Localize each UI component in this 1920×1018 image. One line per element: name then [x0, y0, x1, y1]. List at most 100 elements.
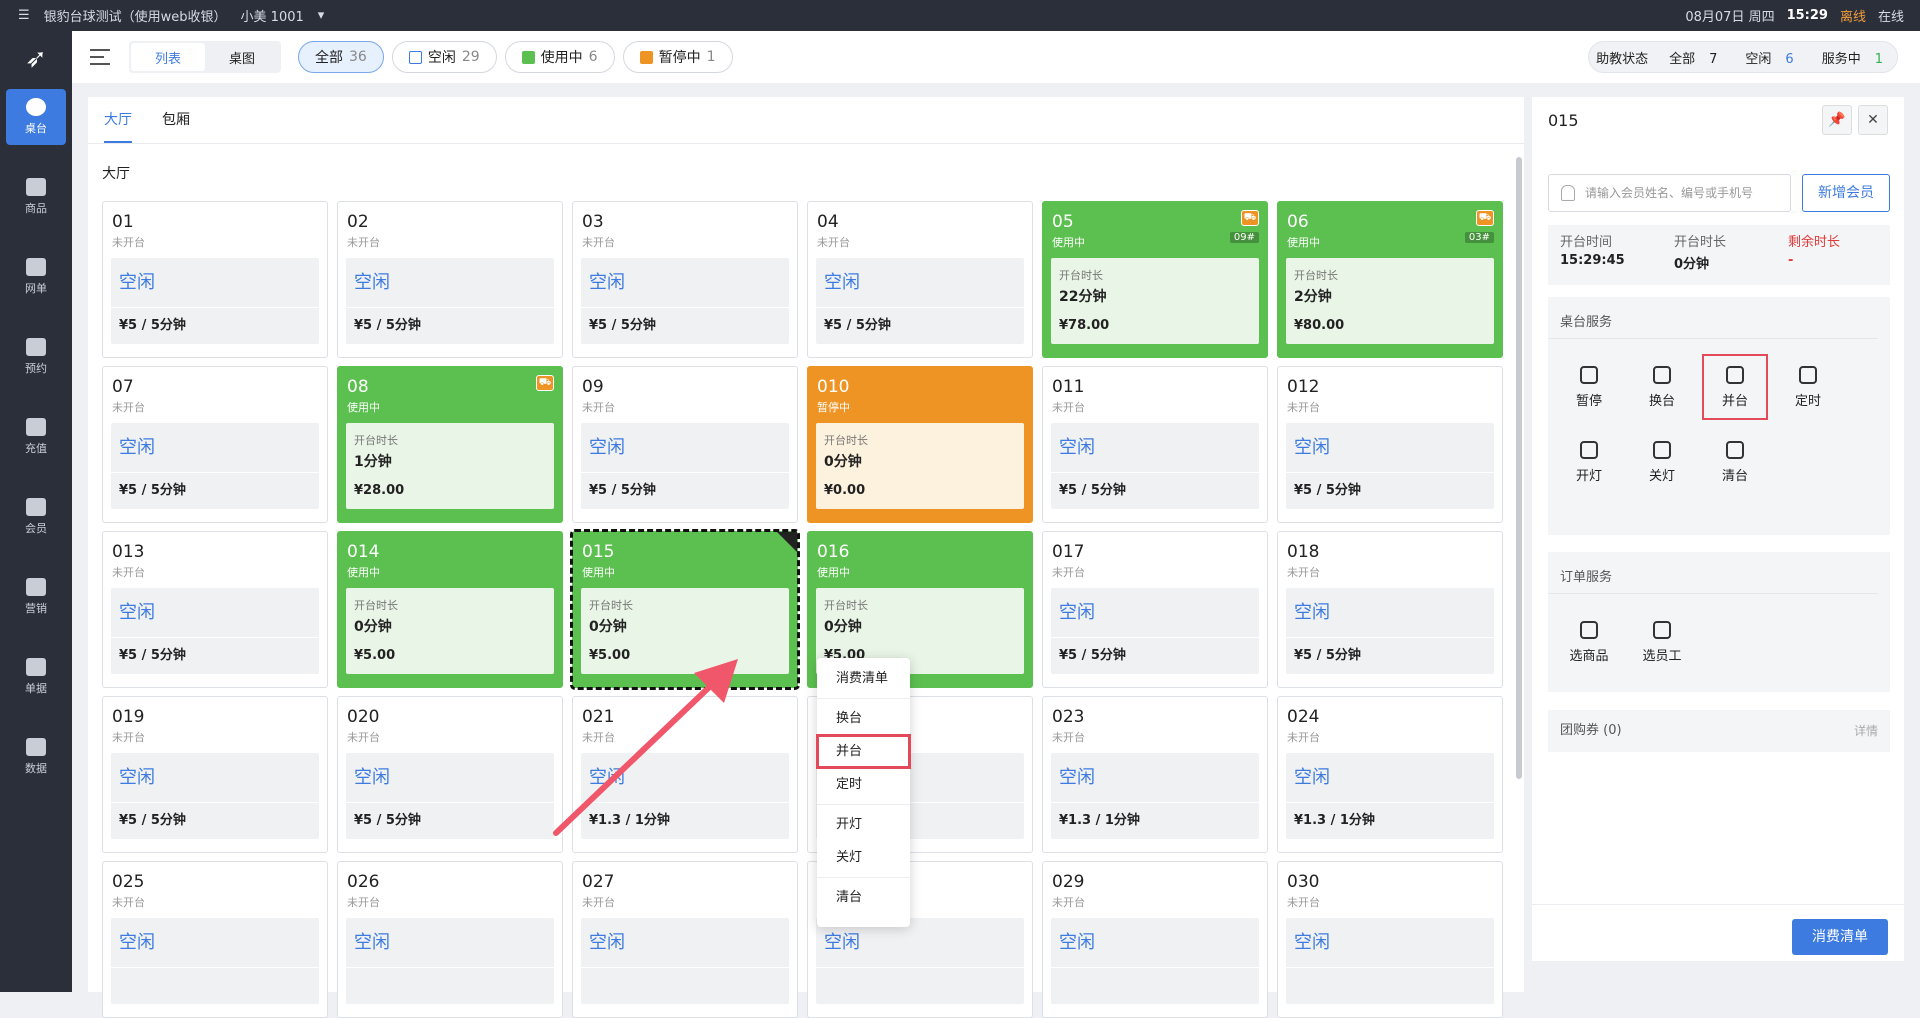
assistant-status[interactable]: 助教状态 全部 7 空闲 6 服务中 1 [1588, 41, 1898, 73]
table-card[interactable]: 019 未开台 空闲 ¥5 / 5分钟 [102, 696, 328, 853]
table-card[interactable]: 018 未开台 空闲 ¥5 / 5分钟 [1277, 531, 1503, 688]
table-rate: ¥5 / 5分钟 [1294, 648, 1361, 663]
table-rate: ¥5 / 5分钟 [589, 483, 656, 498]
table-card[interactable]: 023 未开台 空闲 ¥1.3 / 1分钟 [1042, 696, 1268, 853]
table-card[interactable]: 029 未开台 空闲 [1042, 861, 1268, 1018]
table-card[interactable]: 02 未开台 空闲 ¥5 / 5分钟 [337, 201, 563, 358]
tab-private-room[interactable]: 包厢 [162, 97, 190, 143]
order-service-title: 订单服务 [1548, 552, 1878, 594]
table-card[interactable]: 017 未开台 空闲 ¥5 / 5分钟 [1042, 531, 1268, 688]
context-menu-item[interactable]: 关灯 [817, 841, 910, 874]
sidebar-item-0[interactable]: 桌台 [6, 89, 66, 145]
table-number: 018 [1287, 542, 1320, 562]
table_ops-op-0[interactable]: 暂停 [1558, 356, 1620, 418]
add-member-button[interactable]: 新增会员 [1802, 174, 1890, 212]
sidebar-item-2[interactable]: 网单 [6, 249, 66, 305]
sidebar-item-6[interactable]: 营销 [6, 569, 66, 625]
context-menu-item[interactable]: 并台 [816, 734, 911, 769]
cart-icon[interactable]: ⛟ [536, 375, 554, 391]
close-icon[interactable]: ✕ [1858, 105, 1888, 135]
table-card[interactable]: 012 未开台 空闲 ¥5 / 5分钟 [1277, 366, 1503, 523]
table-card[interactable]: 013 未开台 空闲 ¥5 / 5分钟 [102, 531, 328, 688]
table-rate [111, 968, 319, 1004]
table-card[interactable]: 027 未开台 空闲 [572, 861, 798, 1018]
table-card[interactable]: 026 未开台 空闲 [337, 861, 563, 1018]
table-card[interactable]: 025 未开台 空闲 [102, 861, 328, 1018]
view-list-button[interactable]: 列表 [131, 43, 205, 71]
context-menu-item[interactable]: 开灯 [817, 808, 910, 841]
table-card[interactable]: 010 暂停中 开台时长 0分钟 ¥0.00 [807, 366, 1033, 523]
table-card-body: 开台时长 0分钟 ¥0.00 [816, 423, 1024, 509]
goods-icon [26, 178, 46, 196]
filter-chip-3[interactable]: 暂停中 1 [622, 41, 733, 73]
table-card-body: 空闲 ¥5 / 5分钟 [1286, 423, 1494, 509]
filter-chip-2[interactable]: 使用中 6 [504, 41, 615, 73]
filter-chip-0[interactable]: 全部 36 [298, 41, 384, 73]
user-name[interactable]: 小美 1001 [241, 6, 304, 25]
table-card[interactable]: 01 未开台 空闲 ¥5 / 5分钟 [102, 201, 328, 358]
cart-icon[interactable]: ⛟ [1241, 210, 1259, 226]
table_ops-op-6[interactable]: 清台 [1704, 431, 1766, 493]
context-menu-item[interactable]: 消费清单 [817, 662, 910, 695]
table-status: 未开台 [1287, 896, 1320, 909]
sidebar-item-4[interactable]: 充值 [6, 409, 66, 465]
table-card[interactable]: 014 使用中 开台时长 0分钟 ¥5.00 [337, 531, 563, 688]
pin-icon[interactable]: 📌 [1822, 105, 1852, 135]
table_ops-op-3[interactable]: 定时 [1777, 356, 1839, 418]
table-card[interactable]: 020 未开台 空闲 ¥5 / 5分钟 [337, 696, 563, 853]
context-menu-item[interactable]: 换台 [817, 702, 910, 735]
table-card[interactable]: 05 使用中 开台时长 22分钟 ¥78.00 ⛟ 09# [1042, 201, 1268, 358]
table_ops-op-1[interactable]: 换台 [1631, 356, 1693, 418]
table-card[interactable]: 09 未开台 空闲 ¥5 / 5分钟 [572, 366, 798, 523]
table-card[interactable]: 030 未开台 空闲 [1277, 861, 1503, 1018]
order_ops-op-0[interactable]: 选商品 [1558, 611, 1620, 673]
view-map-button[interactable]: 桌图 [205, 43, 279, 71]
sidebar-item-7[interactable]: 单据 [6, 649, 66, 705]
table-card[interactable]: 021 未开台 空闲 ¥1.3 / 1分钟 [572, 696, 798, 853]
table-card[interactable]: 015 使用中 开台时长 0分钟 ¥5.00 [570, 529, 800, 690]
table-card-body: 空闲 ¥5 / 5分钟 [581, 423, 789, 509]
table-card[interactable]: 08 使用中 开台时长 1分钟 ¥28.00 ⛟ [337, 366, 563, 523]
table-card[interactable]: 06 使用中 开台时长 2分钟 ¥80.00 ⛟ 03# [1277, 201, 1503, 358]
sidebar-item-8[interactable]: 数据 [6, 729, 66, 785]
assistant-status-label: 助教状态 [1596, 51, 1649, 67]
data-icon [26, 738, 46, 756]
menu-toggle-icon[interactable]: ☰ [18, 8, 30, 23]
table_ops-op-4[interactable]: 开灯 [1558, 431, 1620, 493]
service-icon [1653, 440, 1671, 459]
table-card[interactable]: 024 未开台 空闲 ¥1.3 / 1分钟 [1277, 696, 1503, 853]
sidebar-item-3[interactable]: 预约 [6, 329, 66, 385]
bill-button[interactable]: 消费清单 [1792, 919, 1888, 955]
member-search-input[interactable]: 请输入会员姓名、编号或手机号 [1548, 174, 1791, 212]
filter-chip-1[interactable]: 空闲 29 [391, 41, 497, 73]
context-menu: 消费清单换台 并台 定时开灯 关灯清台 [816, 658, 911, 927]
sidebar-item-1[interactable]: 商品 [6, 169, 66, 225]
context-menu-item[interactable]: 定时 [817, 768, 910, 801]
offline-status[interactable]: 离线 [1840, 6, 1866, 25]
hamburger-icon[interactable] [90, 49, 110, 65]
groupon-detail-link[interactable]: 详情 [1854, 710, 1878, 752]
table-card[interactable]: 04 未开台 空闲 ¥5 / 5分钟 [807, 201, 1033, 358]
table-card[interactable]: 03 未开台 空闲 ¥5 / 5分钟 [572, 201, 798, 358]
table-status: 使用中 [347, 566, 380, 579]
sidebar-item-5[interactable]: 会员 [6, 489, 66, 545]
table_ops-op-2[interactable]: 并台 [1702, 354, 1768, 420]
service-label: 定时 [1794, 393, 1821, 409]
table-card-body: 空闲 ¥5 / 5分钟 [1051, 588, 1259, 674]
groupon-row[interactable]: 详情 团购券 (0) [1548, 710, 1890, 752]
table-card[interactable]: 07 未开台 空闲 ¥5 / 5分钟 [102, 366, 328, 523]
table-status: 未开台 [1052, 401, 1085, 414]
context-menu-item[interactable]: 清台 [817, 881, 910, 914]
scrollbar[interactable] [1516, 157, 1522, 779]
service-label: 换台 [1648, 393, 1675, 409]
table-card[interactable]: 011 未开台 空闲 ¥5 / 5分钟 [1042, 366, 1268, 523]
store-name[interactable]: 银豹台球测试（使用web收银） [44, 6, 227, 25]
cart-icon[interactable]: ⛟ [1476, 210, 1494, 226]
idle-label: 空闲 [1051, 423, 1259, 473]
duration-value: 22分钟 [1059, 289, 1107, 305]
assistant-all-count: 7 [1709, 51, 1718, 67]
chevron-down-icon[interactable]: ▾ [318, 8, 325, 23]
order_ops-op-1[interactable]: 选员工 [1631, 611, 1693, 673]
tab-hall[interactable]: 大厅 [104, 97, 132, 143]
table_ops-op-5[interactable]: 关灯 [1631, 431, 1693, 493]
